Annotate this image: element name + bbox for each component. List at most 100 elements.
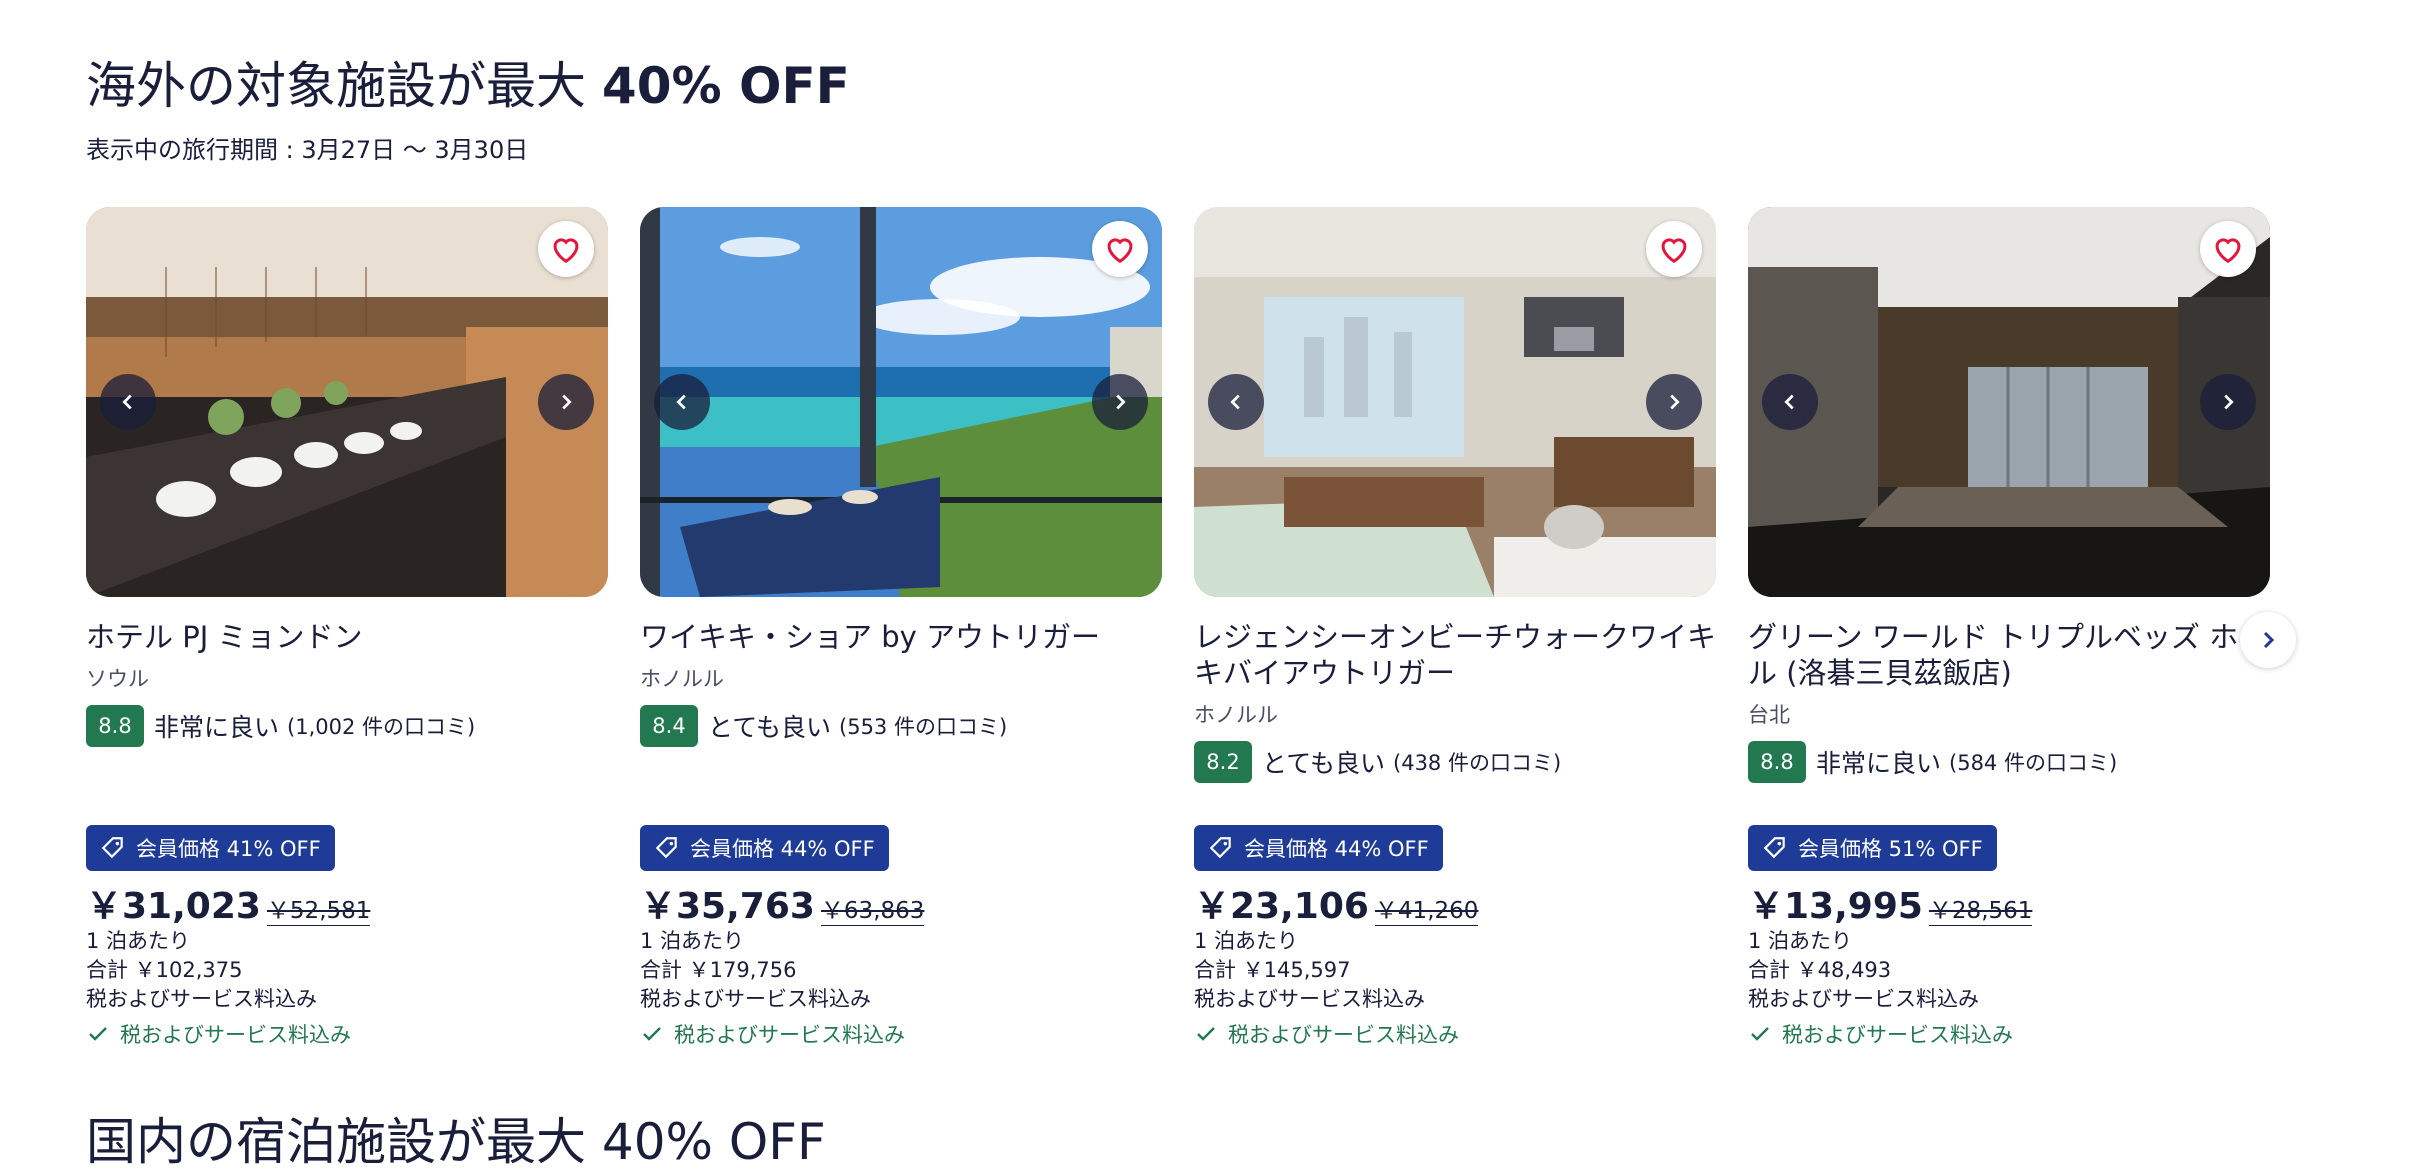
chevron-right-icon	[1116, 394, 1126, 410]
next-image-button[interactable]	[538, 374, 594, 430]
review-score: 8.2	[1194, 741, 1252, 783]
check-icon	[89, 1027, 107, 1041]
tax-included: 税およびサービス料込み	[1194, 1019, 1459, 1049]
tag-icon	[1763, 837, 1785, 859]
review-count: (584 件の口コミ)	[1949, 751, 2118, 775]
rating-label: とても良い	[1262, 749, 1386, 778]
per-night-label: 1 泊あたり	[640, 929, 745, 953]
member-price-badge: 会員価格 51% OFF	[1748, 825, 1997, 871]
member-price-badge: 会員価格 41% OFF	[86, 825, 335, 871]
prev-image-button[interactable]	[100, 374, 156, 430]
original-price: ￥41,260	[1374, 891, 1479, 926]
hotel-image[interactable]	[1194, 207, 1716, 597]
hotel-name[interactable]: ワイキキ・ショア by アウトリガー	[640, 619, 1162, 655]
chevron-right-icon	[2263, 631, 2275, 649]
hotel-image[interactable]	[1748, 207, 2270, 597]
chevron-left-icon	[122, 394, 132, 410]
tax-note: 税およびサービス料込み	[640, 987, 871, 1011]
tax-included-label: 税およびサービス料込み	[1782, 1023, 2013, 1047]
section-title: 海外の対象施設が最大 40% OFF	[86, 56, 850, 116]
prev-image-button[interactable]	[1208, 374, 1264, 430]
total-price: 合計 ￥145,597	[1194, 958, 1351, 982]
current-price: ￥31,023	[86, 886, 261, 927]
prev-image-button[interactable]	[654, 374, 710, 430]
carousel-next-button[interactable]	[2240, 612, 2296, 668]
review-count: (438 件の口コミ)	[1393, 751, 1562, 775]
hotel-photo-living-room	[1194, 207, 1716, 597]
price-row: ￥35,763 ￥63,863	[640, 877, 925, 929]
review-count: (553 件の口コミ)	[839, 715, 1008, 739]
tax-included-label: 税およびサービス料込み	[1228, 1023, 1459, 1047]
check-icon	[643, 1027, 661, 1041]
next-section-title: 国内の宿泊施設が最大 40% OFF	[86, 1113, 826, 1171]
check-icon	[1751, 1027, 1769, 1041]
prev-image-button[interactable]	[1762, 374, 1818, 430]
chevron-left-icon	[676, 394, 686, 410]
hotel-name[interactable]: ホテル PJ ミョンドン	[86, 619, 608, 655]
hotel-city: ホノルル	[1194, 703, 1278, 727]
hotel-name[interactable]: レジェンシーオンビーチウォークワイキキバイアウトリガー	[1194, 619, 1716, 691]
check-icon	[1197, 1027, 1215, 1041]
hotel-photo-entrance	[1748, 207, 2270, 597]
badge-label: 会員価格 41% OFF	[136, 837, 321, 861]
chevron-right-icon	[2224, 394, 2234, 410]
chevron-right-icon	[1670, 394, 1680, 410]
rating-row: 8.8 非常に良い (584 件の口コミ)	[1748, 741, 2270, 783]
original-price: ￥28,561	[1928, 891, 2033, 926]
favorite-button[interactable]	[538, 221, 594, 277]
hotel-card[interactable]: ホテル PJ ミョンドン ソウル 8.8 非常に良い (1,002 件の口コミ)…	[86, 207, 608, 1047]
rating-label: 非常に良い	[1816, 749, 1942, 778]
original-price: ￥52,581	[266, 891, 371, 926]
tax-included-label: 税およびサービス料込み	[674, 1023, 905, 1047]
tax-included: 税およびサービス料込み	[1748, 1019, 2013, 1049]
current-price: ￥13,995	[1748, 886, 1923, 927]
tax-note: 税およびサービス料込み	[1194, 987, 1425, 1011]
hotel-image[interactable]	[640, 207, 1162, 597]
price-row: ￥31,023 ￥52,581	[86, 877, 371, 929]
badge-label: 会員価格 44% OFF	[1244, 837, 1429, 861]
current-price: ￥35,763	[640, 886, 815, 927]
badge-label: 会員価格 44% OFF	[690, 837, 875, 861]
next-image-button[interactable]	[2200, 374, 2256, 430]
price-row: ￥23,106 ￥41,260	[1194, 877, 1479, 929]
hotel-city: ホノルル	[640, 667, 724, 691]
chevron-right-icon	[562, 394, 572, 410]
hotel-photo-buffet	[86, 207, 608, 597]
heart-icon	[1107, 238, 1133, 264]
favorite-button[interactable]	[1646, 221, 1702, 277]
hotel-image[interactable]	[86, 207, 608, 597]
favorite-button[interactable]	[1092, 221, 1148, 277]
price-row: ￥13,995 ￥28,561	[1748, 877, 2033, 929]
favorite-button[interactable]	[2200, 221, 2256, 277]
tag-icon	[1209, 837, 1231, 859]
rating-row: 8.8 非常に良い (1,002 件の口コミ)	[86, 705, 608, 747]
tax-note: 税およびサービス料込み	[1748, 987, 1979, 1011]
heart-icon	[553, 238, 579, 264]
total-price: 合計 ￥179,756	[640, 958, 797, 982]
tax-included-label: 税およびサービス料込み	[120, 1023, 351, 1047]
review-score: 8.8	[1748, 741, 1806, 783]
review-score: 8.8	[86, 705, 144, 747]
review-count: (1,002 件の口コミ)	[287, 715, 476, 739]
hotel-card[interactable]: グリーン ワールド トリプルベッズ ホテル (洛碁三貝茲飯店) 台北 8.8 非…	[1748, 207, 2270, 1047]
heart-icon	[1661, 238, 1687, 264]
section-title-discount: 40% OFF	[601, 57, 850, 115]
hotel-city: ソウル	[86, 667, 149, 691]
chevron-left-icon	[1230, 394, 1240, 410]
member-price-badge: 会員価格 44% OFF	[640, 825, 889, 871]
tag-icon	[101, 837, 123, 859]
per-night-label: 1 泊あたり	[1194, 929, 1299, 953]
section-title-text: 海外の対象施設が最大	[86, 57, 602, 115]
per-night-label: 1 泊あたり	[86, 929, 191, 953]
travel-period: 表示中の旅行期間 : 3月27日 〜 3月30日	[86, 136, 529, 164]
heart-icon	[2215, 238, 2241, 264]
hotel-photo-ocean-view	[640, 207, 1162, 597]
tax-note: 税およびサービス料込み	[86, 987, 317, 1011]
hotel-card[interactable]: ワイキキ・ショア by アウトリガー ホノルル 8.4 とても良い (553 件…	[640, 207, 1162, 1047]
next-image-button[interactable]	[1646, 374, 1702, 430]
hotel-name[interactable]: グリーン ワールド トリプルベッズ ホテル (洛碁三貝茲飯店)	[1748, 619, 2270, 691]
hotel-card[interactable]: レジェンシーオンビーチウォークワイキキバイアウトリガー ホノルル 8.2 とても…	[1194, 207, 1716, 1047]
next-image-button[interactable]	[1092, 374, 1148, 430]
total-price: 合計 ￥48,493	[1748, 958, 1892, 982]
tax-included: 税およびサービス料込み	[640, 1019, 905, 1049]
